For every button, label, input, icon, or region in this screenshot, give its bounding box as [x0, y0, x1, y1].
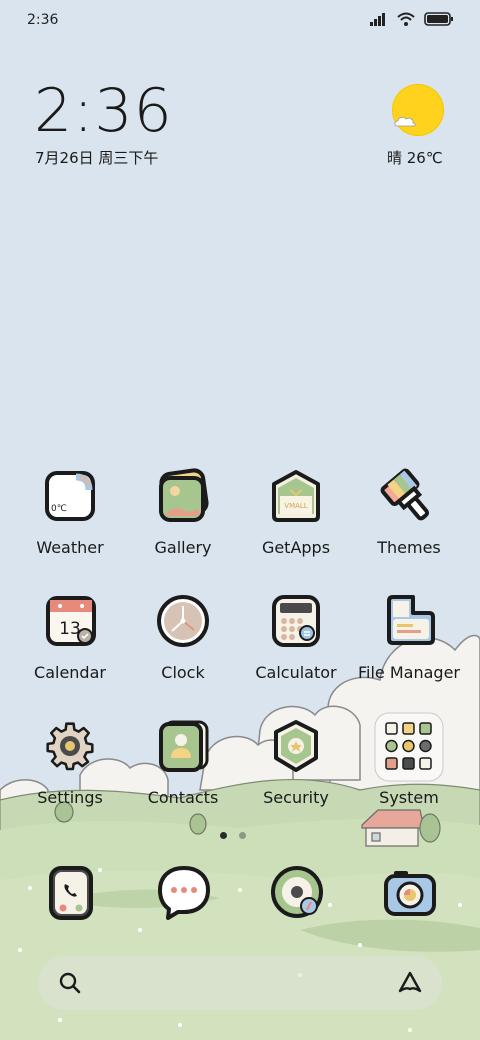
status-icons — [370, 12, 454, 26]
wifi-icon — [397, 12, 415, 26]
app-label: Weather — [36, 538, 104, 557]
app-calculator[interactable]: Calculator — [239, 593, 353, 682]
app-label: Security — [263, 788, 329, 807]
file-manager-icon — [379, 593, 439, 653]
assistant-icon[interactable] — [396, 969, 424, 997]
app-label: Contacts — [147, 788, 219, 807]
dock-music[interactable] — [267, 862, 327, 922]
app-label: System — [379, 788, 439, 807]
clock-icon — [153, 593, 213, 653]
phone-icon — [49, 866, 93, 920]
app-label: Calendar — [34, 663, 106, 682]
clock-date: 7月26日 周三下午 — [35, 149, 159, 167]
app-gallery[interactable]: Gallery — [126, 468, 240, 557]
getapps-icon-brand: VMALL — [284, 502, 308, 510]
app-contacts[interactable]: Contacts — [126, 718, 240, 807]
settings-gear-icon — [40, 718, 100, 778]
app-settings[interactable]: Settings — [13, 718, 127, 807]
app-clock[interactable]: Clock — [126, 593, 240, 682]
battery-icon — [424, 12, 453, 26]
page-indicator — [220, 832, 246, 839]
app-label: Gallery — [154, 538, 212, 557]
app-file-manager[interactable]: File Manager — [352, 593, 466, 682]
weather-icon-temp: 0℃ — [51, 504, 67, 514]
app-label: File Manager — [358, 663, 460, 682]
contacts-icon — [153, 718, 213, 778]
app-calendar[interactable]: 13 Calendar — [13, 593, 127, 682]
page-dot-active — [220, 832, 227, 839]
app-label: Clock — [161, 663, 205, 682]
weather-text: 晴 26℃ — [387, 149, 443, 167]
app-security[interactable]: Security — [239, 718, 353, 807]
app-getapps[interactable]: VMALL GetApps — [239, 468, 353, 557]
dock-camera[interactable] — [380, 862, 440, 922]
app-label: Settings — [37, 788, 103, 807]
camera-icon — [384, 871, 436, 916]
system-folder-icon — [374, 712, 444, 782]
app-themes[interactable]: Themes — [352, 468, 466, 557]
sun-cloud-icon[interactable] — [392, 84, 444, 136]
page-dot — [239, 832, 246, 839]
app-system-folder[interactable]: System — [352, 712, 466, 807]
app-label: Themes — [377, 538, 441, 557]
security-shield-icon — [266, 718, 326, 778]
app-label: Calculator — [255, 663, 337, 682]
status-time: 2:36 — [27, 12, 59, 28]
app-weather[interactable]: 0℃ Weather — [13, 468, 127, 557]
gallery-icon — [153, 468, 213, 528]
cloud-icon — [394, 116, 416, 127]
calculator-icon — [266, 593, 326, 653]
clock-time[interactable]: 2:36 — [34, 76, 173, 146]
themes-brush-icon — [379, 468, 439, 528]
dock-phone[interactable] — [41, 862, 101, 922]
getapps-icon: VMALL — [266, 468, 326, 528]
dock-messages[interactable] — [154, 862, 214, 922]
music-icon — [271, 866, 323, 918]
status-bar: 2:36 — [0, 0, 480, 42]
calendar-icon: 13 — [40, 593, 100, 653]
signal-icon — [370, 13, 385, 26]
app-label: GetApps — [261, 538, 331, 557]
search-icon[interactable] — [58, 971, 82, 995]
search-bar[interactable] — [38, 956, 442, 1010]
messages-icon — [158, 866, 210, 920]
weather-icon: 0℃ — [40, 468, 100, 528]
